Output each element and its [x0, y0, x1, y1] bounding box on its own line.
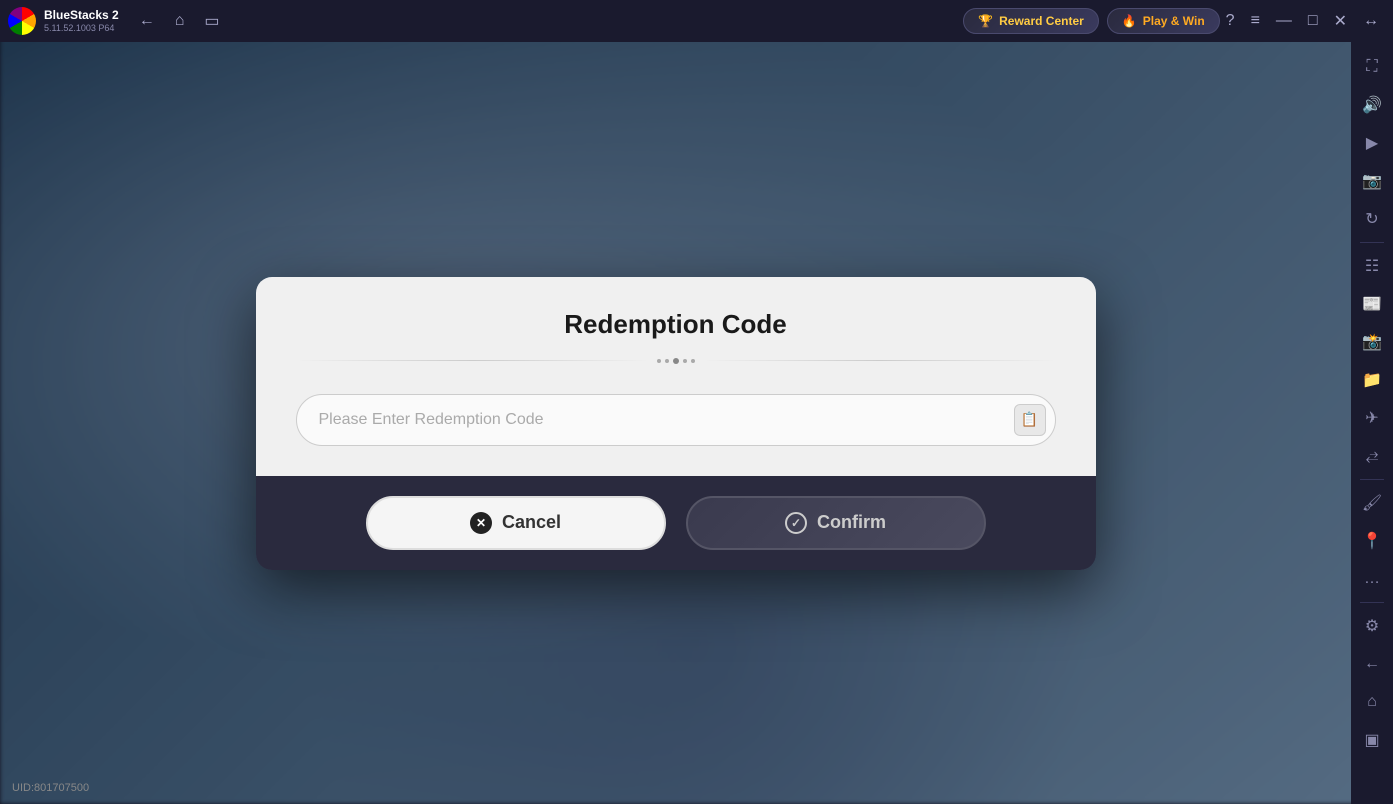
- paste-icon: 📋: [1021, 411, 1038, 428]
- maximize-icon[interactable]: □: [1302, 6, 1324, 36]
- sidebar-divider-2: [1360, 479, 1384, 480]
- play-win-button[interactable]: 🔥 Play & Win: [1107, 8, 1220, 34]
- reward-center-label: Reward Center: [999, 14, 1084, 28]
- divider-dot-4: [691, 359, 695, 363]
- topbar: BlueStacks 2 5.11.52.1003 P64 ← ⌂ ▭ 🏆 Re…: [0, 0, 1393, 42]
- modal-bottom: ✕ Cancel ✓ Confirm: [256, 476, 1096, 570]
- paste-button[interactable]: 📋: [1014, 404, 1046, 436]
- camera-icon[interactable]: 📷: [1355, 164, 1389, 198]
- folder-icon[interactable]: 📁: [1355, 363, 1389, 397]
- sidebar-home-icon[interactable]: ⌂: [1355, 685, 1389, 719]
- minimize-icon[interactable]: —: [1270, 6, 1298, 36]
- redemption-input-wrapper: 📋: [296, 394, 1056, 446]
- app-version: 5.11.52.1003 P64: [44, 23, 119, 34]
- video-record-icon[interactable]: ▶: [1355, 126, 1389, 160]
- divider-dot-2: [665, 359, 669, 363]
- airplane-icon[interactable]: ✈: [1355, 401, 1389, 435]
- modal-top: Redemption Code 📋: [256, 277, 1096, 476]
- play-win-label: Play & Win: [1143, 14, 1205, 28]
- modal-title: Redemption Code: [296, 309, 1056, 340]
- nav-tabs-icon[interactable]: ▭: [200, 7, 223, 35]
- modal-divider: [296, 358, 1056, 364]
- screenshot-icon[interactable]: 📸: [1355, 325, 1389, 359]
- location-icon[interactable]: 📍: [1355, 524, 1389, 558]
- more-options-icon[interactable]: …: [1355, 562, 1389, 596]
- settings-icon[interactable]: ⚙: [1355, 609, 1389, 643]
- cancel-x-icon: ✕: [470, 512, 492, 534]
- divider-dot-center: [673, 358, 679, 364]
- divider-dot-3: [683, 359, 687, 363]
- nav-home-icon[interactable]: ⌂: [171, 8, 189, 34]
- sidebar-divider-3: [1360, 602, 1384, 603]
- reward-center-button[interactable]: 🏆 Reward Center: [963, 8, 1099, 34]
- divider-line-left: [296, 360, 649, 361]
- reward-icon: 🏆: [978, 14, 993, 28]
- sidebar-recents-icon[interactable]: ▣: [1355, 723, 1389, 757]
- news-icon[interactable]: 📰: [1355, 287, 1389, 321]
- divider-line-right: [703, 360, 1056, 361]
- resize-icon[interactable]: ⥄: [1355, 439, 1389, 473]
- redemption-code-modal: Redemption Code 📋: [256, 277, 1096, 570]
- layers-icon[interactable]: ☷: [1355, 249, 1389, 283]
- close-icon[interactable]: ✕: [1328, 5, 1353, 37]
- brush-icon[interactable]: 🖌: [1355, 486, 1389, 520]
- topbar-center-buttons: 🏆 Reward Center 🔥 Play & Win: [963, 8, 1220, 34]
- modal-overlay: Redemption Code 📋: [0, 42, 1351, 804]
- cancel-button[interactable]: ✕ Cancel: [366, 496, 666, 550]
- nav-back-icon[interactable]: ←: [135, 8, 159, 34]
- uid-label: UID:801707500: [12, 782, 89, 794]
- expand-icon[interactable]: ↔: [1357, 6, 1385, 36]
- divider-dots: [657, 358, 695, 364]
- app-info: BlueStacks 2 5.11.52.1003 P64: [44, 8, 119, 33]
- right-sidebar: ⛶ 🔊 ▶ 📷 ↻ ☷ 📰 📸 📁 ✈ ⥄ 🖌 📍 … ⚙ ← ⌂ ▣: [1351, 42, 1393, 804]
- redemption-code-input[interactable]: [296, 394, 1056, 446]
- topbar-nav: ← ⌂ ▭: [135, 7, 224, 35]
- sidebar-back-icon[interactable]: ←: [1355, 647, 1389, 681]
- confirm-check-icon: ✓: [785, 512, 807, 534]
- sidebar-divider-1: [1360, 242, 1384, 243]
- topbar-right-icons: ? ≡ — □ ✕ ↔: [1220, 5, 1385, 37]
- bluestacks-logo: [8, 7, 36, 35]
- help-icon[interactable]: ?: [1220, 6, 1241, 36]
- menu-icon[interactable]: ≡: [1245, 6, 1266, 36]
- cancel-label: Cancel: [502, 512, 561, 533]
- divider-dot-1: [657, 359, 661, 363]
- confirm-button[interactable]: ✓ Confirm: [686, 496, 986, 550]
- app-name: BlueStacks 2: [44, 8, 119, 22]
- volume-icon[interactable]: 🔊: [1355, 88, 1389, 122]
- confirm-label: Confirm: [817, 512, 886, 533]
- rotate-icon[interactable]: ↻: [1355, 202, 1389, 236]
- play-icon: 🔥: [1122, 14, 1137, 28]
- fullscreen-icon[interactable]: ⛶: [1355, 50, 1389, 84]
